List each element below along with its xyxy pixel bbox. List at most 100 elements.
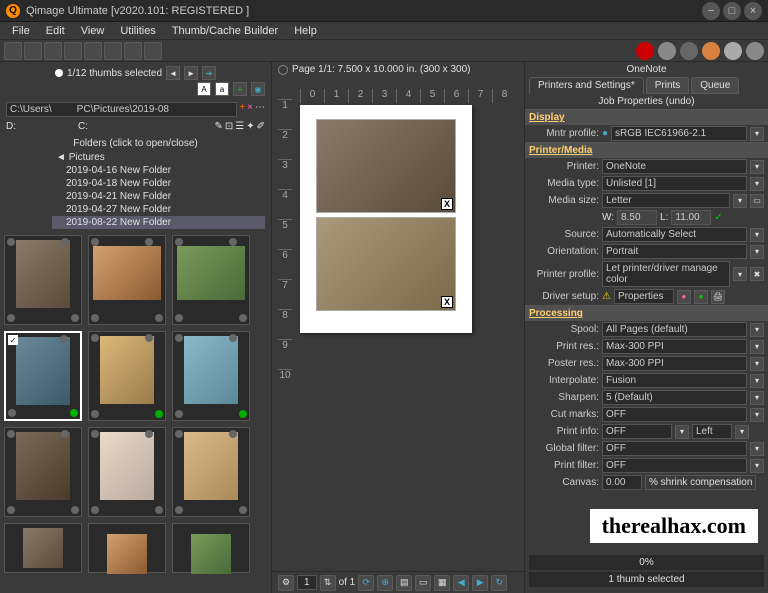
dropper-icon[interactable]: ✐ xyxy=(257,121,265,132)
width-input[interactable] xyxy=(617,210,657,225)
placed-image[interactable]: X xyxy=(316,119,456,213)
grid-icon[interactable]: ▦ xyxy=(434,575,450,591)
wand-icon[interactable]: ✦ xyxy=(246,121,254,132)
menu-file[interactable]: File xyxy=(4,23,38,39)
media-size-select[interactable]: Letter xyxy=(602,193,730,208)
tool-gear-icon[interactable] xyxy=(746,42,764,60)
dropdown-icon[interactable]: ▾ xyxy=(750,245,764,259)
thumbnail[interactable] xyxy=(88,523,166,573)
print-filter-select[interactable]: OFF xyxy=(602,458,747,473)
thumbnail[interactable] xyxy=(172,427,250,517)
folder-item-selected[interactable]: 2019-08-22 New Folder xyxy=(52,216,265,229)
edit-icon[interactable]: ✎ xyxy=(214,121,222,132)
cut-marks-select[interactable]: OFF xyxy=(602,407,747,422)
tool-eye-icon[interactable] xyxy=(24,42,42,60)
folder-item[interactable]: 2019-04-21 New Folder xyxy=(52,190,265,203)
thumbnail[interactable] xyxy=(172,523,250,573)
tab-queue[interactable]: Queue xyxy=(691,77,739,94)
path-x-icon[interactable]: × xyxy=(247,102,253,117)
print-info-select[interactable]: OFF xyxy=(602,424,672,439)
tool-open-icon[interactable] xyxy=(4,42,22,60)
remove-image-icon[interactable]: X xyxy=(441,296,453,308)
dropdown-icon[interactable]: ▾ xyxy=(675,425,689,439)
printer-profile-select[interactable]: Let printer/driver manage color xyxy=(602,261,730,287)
menu-help[interactable]: Help xyxy=(286,23,325,39)
dropdown-icon[interactable]: ▾ xyxy=(750,323,764,337)
crop-icon[interactable]: ⊡ xyxy=(225,121,233,132)
back-icon[interactable]: ◀ xyxy=(453,575,469,591)
dropdown-icon[interactable]: ▾ xyxy=(750,357,764,371)
tool-app-icon[interactable] xyxy=(124,42,142,60)
interpolate-select[interactable]: Fusion xyxy=(602,373,747,388)
pink-dot-icon[interactable]: ● xyxy=(677,290,691,304)
tool-red-icon[interactable] xyxy=(636,42,654,60)
tool-clock-icon[interactable] xyxy=(724,42,742,60)
print-info-pos-select[interactable]: Left xyxy=(692,424,732,439)
page-icon[interactable]: ▭ xyxy=(750,194,764,208)
thumbnail[interactable] xyxy=(88,235,166,325)
remove-image-icon[interactable]: X xyxy=(441,198,453,210)
tool-in-icon[interactable] xyxy=(84,42,102,60)
print-icon[interactable]: 🖨 xyxy=(711,290,725,304)
path-plus-icon[interactable]: + xyxy=(239,102,245,117)
thumbnail[interactable] xyxy=(4,235,82,325)
fwd-icon[interactable]: ▶ xyxy=(472,575,488,591)
dropdown-icon[interactable]: ▾ xyxy=(750,459,764,473)
canvas-input[interactable] xyxy=(602,475,642,490)
font-a-icon[interactable]: A xyxy=(197,82,211,96)
right-arrow-icon[interactable]: ► xyxy=(184,66,198,80)
media-type-select[interactable]: Unlisted [1] xyxy=(602,176,747,191)
length-input[interactable] xyxy=(671,210,711,225)
thumbnail-selected[interactable]: ✓ xyxy=(4,331,82,421)
global-filter-select[interactable]: OFF xyxy=(602,441,747,456)
dropdown-icon[interactable]: ▾ xyxy=(733,194,747,208)
menu-edit[interactable]: Edit xyxy=(38,23,73,39)
tab-prints[interactable]: Prints xyxy=(646,77,690,94)
tool-refresh-icon[interactable] xyxy=(44,42,62,60)
placed-image[interactable]: X xyxy=(316,217,456,311)
thumbnail[interactable] xyxy=(88,427,166,517)
properties-button[interactable]: Properties xyxy=(614,289,674,304)
doc-icon[interactable]: ▤ xyxy=(396,575,412,591)
tab-printers-settings[interactable]: Printers and Settings* xyxy=(529,77,644,94)
mntr-profile-select[interactable]: sRGB IEC61966-2.1 xyxy=(611,126,747,141)
page-number[interactable]: 1 xyxy=(297,575,317,590)
thumbnail[interactable] xyxy=(4,427,82,517)
updown-icon[interactable]: ⇅ xyxy=(320,575,336,591)
menu-utilities[interactable]: Utilities xyxy=(112,23,163,39)
folder-item[interactable]: 2019-04-27 New Folder xyxy=(52,203,265,216)
radio-icon[interactable] xyxy=(278,65,288,75)
dropdown-icon[interactable]: ▾ xyxy=(750,408,764,422)
dropdown-icon[interactable]: ▾ xyxy=(750,374,764,388)
tool-layout-icon[interactable] xyxy=(104,42,122,60)
tool-print-icon[interactable] xyxy=(658,42,676,60)
thumbnail[interactable] xyxy=(88,331,166,421)
path-input[interactable] xyxy=(6,102,237,117)
thumbnail[interactable] xyxy=(172,235,250,325)
dropdown-icon[interactable]: ▾ xyxy=(750,442,764,456)
folder-item[interactable]: 2019-04-16 New Folder xyxy=(52,164,265,177)
section-printer-media[interactable]: Printer/Media xyxy=(525,143,768,158)
refresh-icon[interactable]: ⟳ xyxy=(358,575,374,591)
plus-icon[interactable]: + xyxy=(233,82,247,96)
radio-icon[interactable] xyxy=(55,69,63,77)
tool-window-icon[interactable] xyxy=(144,42,162,60)
dropdown-icon[interactable]: ▾ xyxy=(735,425,749,439)
thumbnail[interactable] xyxy=(172,331,250,421)
minimize-button[interactable]: − xyxy=(702,2,720,20)
menu-thumb-cache[interactable]: Thumb/Cache Builder xyxy=(164,23,286,39)
option-icon[interactable]: ◉ xyxy=(251,82,265,96)
section-display[interactable]: Display xyxy=(525,110,768,125)
tools-icon[interactable]: ✖ xyxy=(750,267,764,281)
spool-select[interactable]: All Pages (default) xyxy=(602,322,747,337)
print-res-select[interactable]: Max-300 PPI xyxy=(602,339,747,354)
folder-item[interactable]: 2019-04-18 New Folder xyxy=(52,177,265,190)
arrow-right-blue-icon[interactable]: ➔ xyxy=(202,66,216,80)
folder-root[interactable]: ◄ Pictures xyxy=(52,151,265,164)
orientation-select[interactable]: Portrait xyxy=(602,244,747,259)
job-properties-label[interactable]: Job Properties (undo) xyxy=(525,94,768,109)
font-a2-icon[interactable]: a xyxy=(215,82,229,96)
page-icon[interactable]: ▭ xyxy=(415,575,431,591)
layers-icon[interactable]: ☰ xyxy=(235,121,244,132)
close-button[interactable]: × xyxy=(744,2,762,20)
